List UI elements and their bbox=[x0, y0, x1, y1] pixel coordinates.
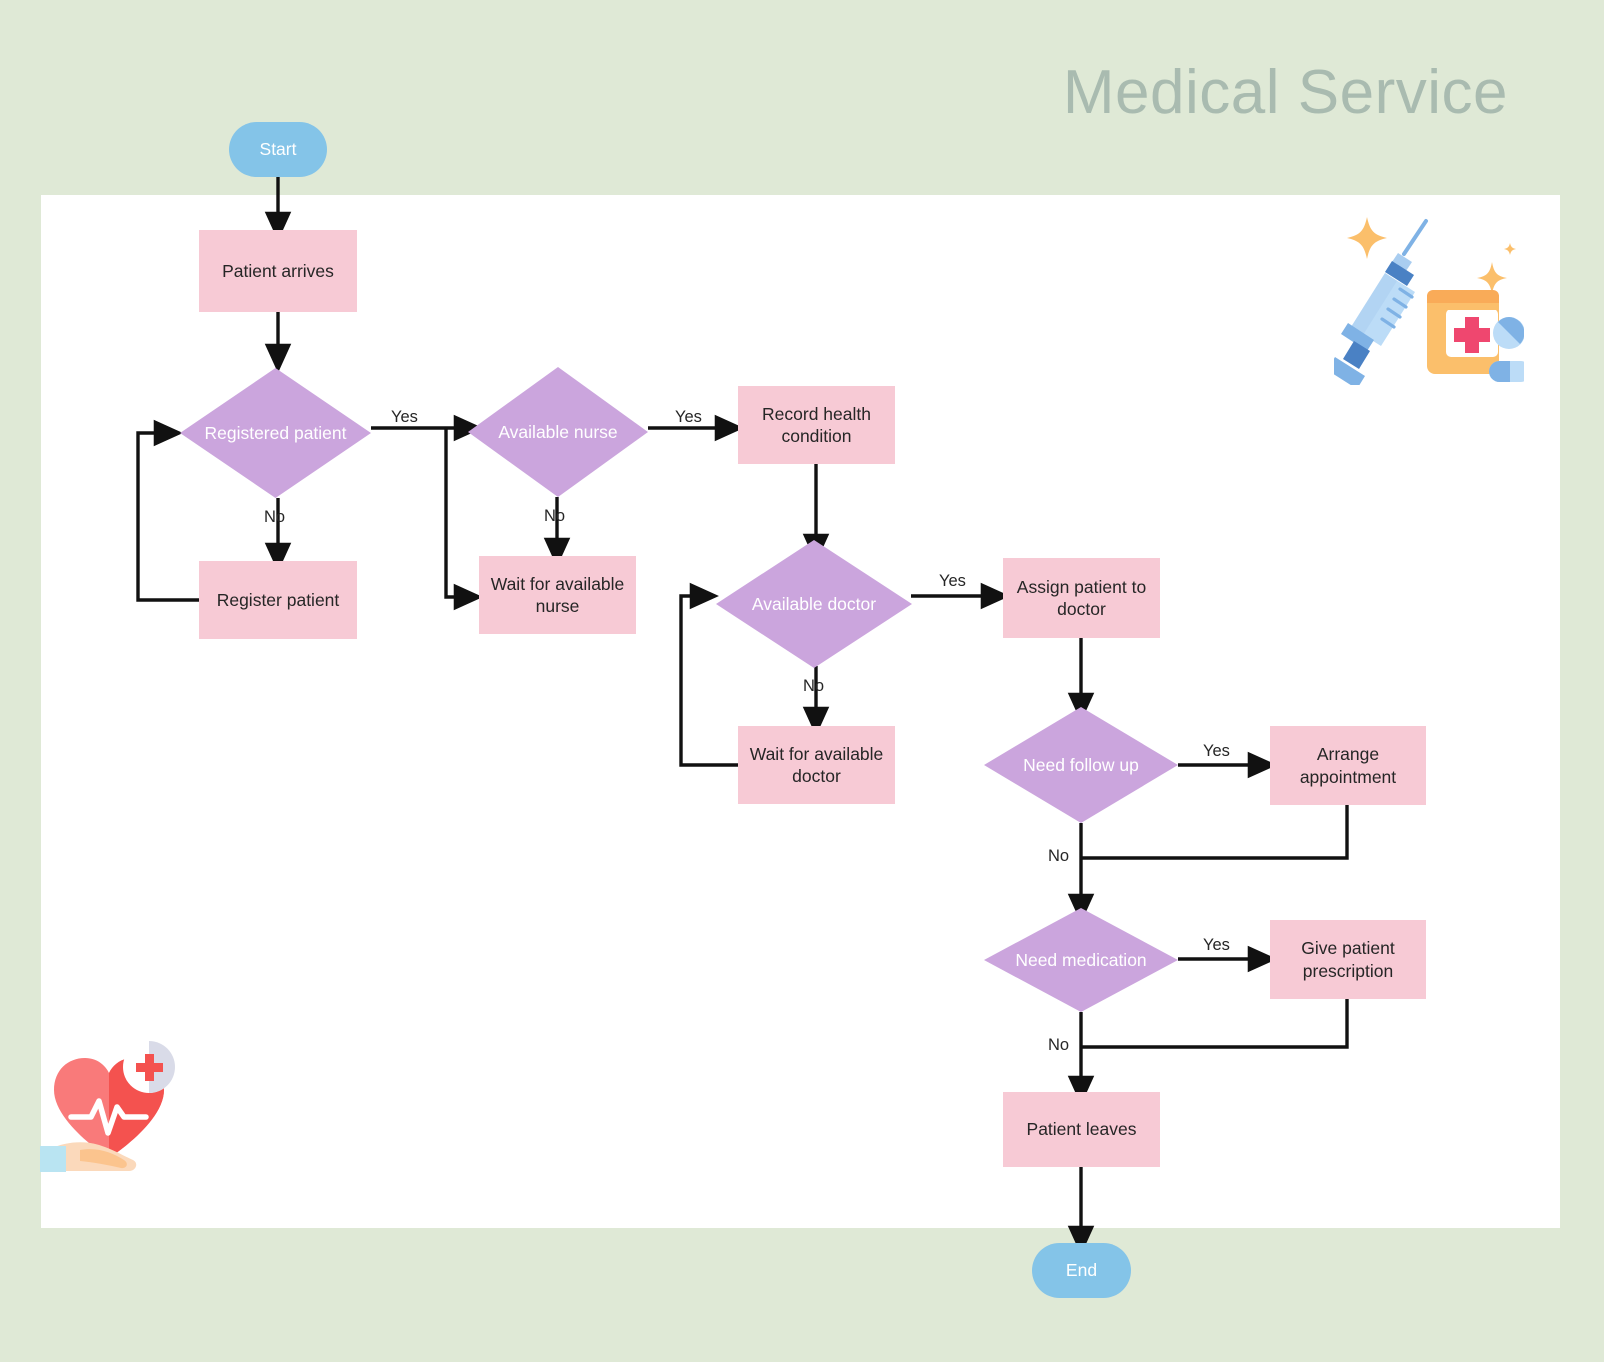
node-wait-for-available-doctor[interactable]: Wait for available doctor bbox=[738, 726, 895, 804]
node-need-follow-up[interactable]: Need follow up bbox=[984, 707, 1178, 823]
node-available-nurse-label: Available nurse bbox=[498, 421, 618, 442]
node-end[interactable]: End bbox=[1032, 1243, 1131, 1298]
node-wait-for-available-nurse[interactable]: Wait for available nurse bbox=[479, 556, 636, 634]
node-register-patient[interactable]: Register patient bbox=[199, 561, 357, 639]
edge-label-nurse-no: No bbox=[544, 507, 566, 525]
node-record-health-condition-label: Record health condition bbox=[762, 403, 871, 446]
node-patient-arrives[interactable]: Patient arrives bbox=[199, 230, 357, 312]
edge-label-nurse-yes: Yes bbox=[675, 408, 702, 426]
edge-label-follow-up-no: No bbox=[1048, 847, 1070, 865]
node-registered-patient[interactable]: Registered patient bbox=[180, 368, 371, 498]
node-need-medication-label: Need medication bbox=[1015, 949, 1147, 970]
node-available-nurse[interactable]: Available nurse bbox=[468, 367, 648, 497]
node-end-label: End bbox=[1065, 1260, 1098, 1281]
edge-label-follow-up-yes: Yes bbox=[1203, 742, 1230, 760]
node-arrange-appointment-label: Arrange appointment bbox=[1299, 744, 1397, 787]
node-available-doctor-label: Available doctor bbox=[751, 593, 877, 614]
node-patient-arrives-label: Patient arrives bbox=[222, 260, 334, 281]
node-record-health-condition[interactable]: Record health condition bbox=[738, 386, 895, 464]
node-start[interactable]: Start bbox=[229, 122, 327, 177]
edge-label-registered-no: No bbox=[264, 508, 286, 526]
node-give-patient-prescription[interactable]: Give patient prescription bbox=[1270, 920, 1426, 999]
node-assign-patient-to-doctor-label: Assign patient to doctor bbox=[1016, 576, 1147, 619]
node-register-patient-label: Register patient bbox=[216, 589, 340, 610]
node-available-doctor[interactable]: Available doctor bbox=[716, 540, 912, 668]
edge-label-registered-yes: Yes bbox=[391, 408, 418, 426]
node-wait-for-available-nurse-label: Wait for available nurse bbox=[490, 573, 625, 616]
node-assign-patient-to-doctor[interactable]: Assign patient to doctor bbox=[1003, 558, 1160, 638]
page-title: Medical Service bbox=[1062, 58, 1508, 127]
flowchart-canvas bbox=[41, 195, 1560, 1228]
node-wait-for-available-doctor-label: Wait for available doctor bbox=[749, 743, 884, 786]
node-patient-leaves-label: Patient leaves bbox=[1026, 1119, 1137, 1140]
edge-label-medication-no: No bbox=[1048, 1036, 1070, 1054]
node-start-label: Start bbox=[259, 139, 297, 160]
node-registered-patient-label: Registered patient bbox=[204, 422, 347, 443]
edge-label-medication-yes: Yes bbox=[1203, 936, 1230, 954]
node-arrange-appointment[interactable]: Arrange appointment bbox=[1270, 726, 1426, 805]
node-give-patient-prescription-label: Give patient prescription bbox=[1301, 938, 1395, 981]
edge-label-doctor-no: No bbox=[803, 677, 825, 695]
node-need-follow-up-label: Need follow up bbox=[1023, 754, 1139, 775]
node-patient-leaves[interactable]: Patient leaves bbox=[1003, 1092, 1160, 1167]
edge-label-doctor-yes: Yes bbox=[939, 572, 966, 590]
node-need-medication[interactable]: Need medication bbox=[984, 908, 1178, 1012]
